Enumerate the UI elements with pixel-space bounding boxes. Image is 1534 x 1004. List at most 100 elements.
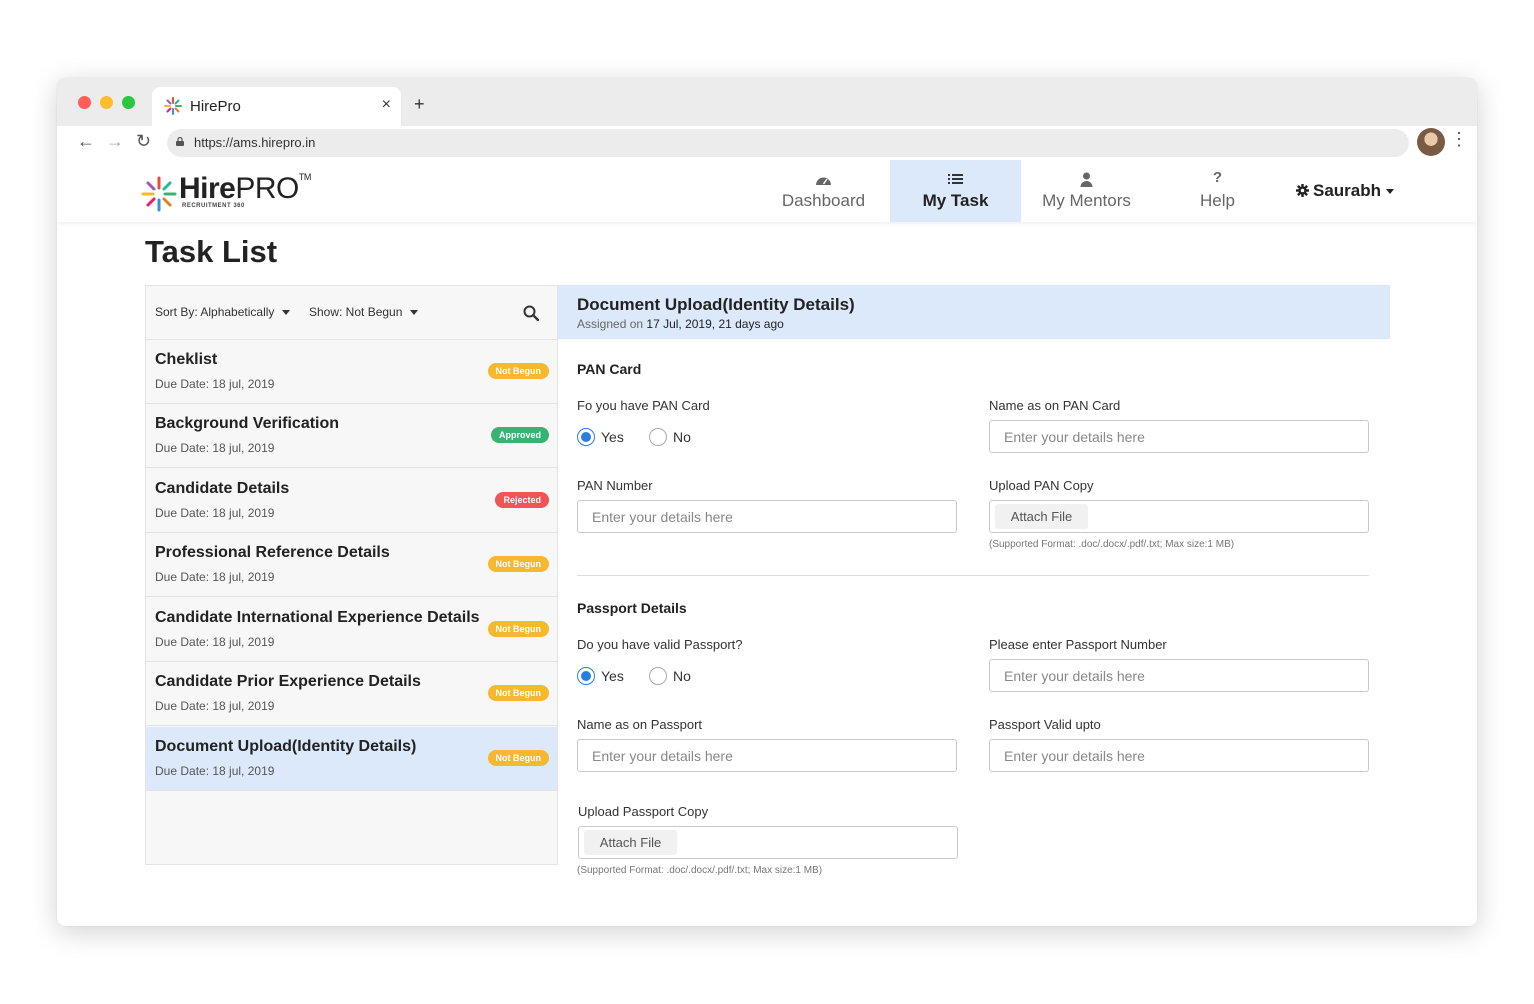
show-dropdown[interactable]: Show: Not Begun xyxy=(309,305,419,319)
task-item[interactable]: Background Verification Due Date: 18 jul… xyxy=(146,404,557,468)
close-window-dot[interactable] xyxy=(78,96,91,109)
url-text: https://ams.hirepro.in xyxy=(194,135,316,150)
logo-tagline: RECRUITMENT 360 xyxy=(182,203,245,209)
profile-avatar[interactable] xyxy=(1417,128,1445,156)
passport-attach-button[interactable]: Attach File xyxy=(584,830,677,855)
pan-name-input[interactable] xyxy=(989,420,1369,453)
status-badge: Rejected xyxy=(495,492,549,508)
task-name: Candidate Prior Experience Details xyxy=(155,673,421,690)
nav-label: Help xyxy=(1200,191,1235,210)
task-due-date: Due Date: 18 jul, 2019 xyxy=(155,377,275,391)
task-item[interactable]: Cheklist Due Date: 18 jul, 2019 Not Begu… xyxy=(146,340,557,404)
nav-label: My Mentors xyxy=(1042,191,1131,210)
user-menu[interactable]: Saurabh xyxy=(1296,181,1395,201)
user-name: Saurabh xyxy=(1313,181,1382,200)
pan-upload-label: Upload PAN Copy xyxy=(989,478,1094,493)
radio-label: No xyxy=(673,429,691,445)
passport-number-input[interactable] xyxy=(989,659,1369,692)
chevron-down-icon xyxy=(282,310,291,316)
gear-icon xyxy=(1296,184,1309,197)
detail-header: Document Upload(Identity Details) Assign… xyxy=(558,285,1390,339)
passport-format-hint: (Supported Format: .doc/.docx/.pdf/.txt;… xyxy=(577,865,823,876)
filter-bar: Sort By: Alphabetically Show: Not Begun xyxy=(146,286,557,340)
pan-no-radio[interactable] xyxy=(649,428,667,446)
passport-yes-radio[interactable] xyxy=(577,667,595,685)
search-icon[interactable] xyxy=(523,305,539,321)
task-name: Candidate Details xyxy=(155,480,290,497)
list-icon xyxy=(948,174,963,184)
nav-my-mentors[interactable]: My Mentors xyxy=(1021,160,1152,222)
chevron-down-icon xyxy=(410,310,419,316)
task-name: Document Upload(Identity Details) xyxy=(155,738,417,755)
section-divider xyxy=(577,575,1369,576)
radio-label: No xyxy=(673,668,691,684)
browser-tab[interactable]: HirePro × xyxy=(152,87,401,126)
nav-help[interactable]: ? Help xyxy=(1152,160,1283,222)
task-name: Cheklist xyxy=(155,351,218,368)
tab-title: HirePro xyxy=(190,98,241,115)
passport-name-input[interactable] xyxy=(577,739,957,772)
task-item[interactable]: Professional Reference Details Due Date:… xyxy=(146,533,557,597)
passport-section-title: Passport Details xyxy=(577,600,687,616)
browser-window: HirePro × + ← → ↻ https://ams.hirepro.in… xyxy=(57,78,1477,926)
passport-valid-input[interactable] xyxy=(989,739,1369,772)
task-name: Background Verification xyxy=(155,415,340,432)
address-bar[interactable]: https://ams.hirepro.in xyxy=(167,129,1409,157)
pan-number-label: PAN Number xyxy=(577,478,653,493)
minimize-window-dot[interactable] xyxy=(100,96,113,109)
task-name: Professional Reference Details xyxy=(155,544,390,561)
sort-dropdown[interactable]: Sort By: Alphabetically xyxy=(155,305,291,319)
task-due-date: Due Date: 18 jul, 2019 xyxy=(155,635,275,649)
lock-icon xyxy=(176,137,184,146)
question-icon: ? xyxy=(1212,169,1223,186)
nav-dashboard[interactable]: Dashboard xyxy=(758,160,889,222)
status-badge: Approved xyxy=(490,427,549,443)
task-name: Candidate International Experience Detai… xyxy=(155,609,480,626)
task-due-date: Due Date: 18 jul, 2019 xyxy=(155,764,275,778)
person-icon xyxy=(1080,172,1093,187)
tab-close-icon[interactable]: × xyxy=(382,96,391,114)
pan-attach-button[interactable]: Attach File xyxy=(995,504,1088,529)
browser-toolbar: ← → ↻ https://ams.hirepro.in ⋮ xyxy=(57,126,1477,160)
app-header: HirePROTM RECRUITMENT 360 Dashboard My T… xyxy=(57,160,1477,222)
reload-icon[interactable]: ↻ xyxy=(136,131,151,152)
nav-label: My Task xyxy=(922,191,989,210)
passport-have-label: Do you have valid Passport? xyxy=(577,637,743,652)
task-item-active[interactable]: Document Upload(Identity Details) Due Da… xyxy=(146,727,557,791)
forward-arrow-icon[interactable]: → xyxy=(106,131,124,152)
back-arrow-icon[interactable]: ← xyxy=(77,131,95,152)
new-tab-icon[interactable]: + xyxy=(414,94,425,115)
maximize-window-dot[interactable] xyxy=(122,96,135,109)
pan-format-hint: (Supported Format: .doc/.docx/.pdf/.txt;… xyxy=(989,539,1235,550)
passport-number-label: Please enter Passport Number xyxy=(989,637,1167,652)
assigned-date: 17 Jul, 2019, 21 days ago xyxy=(646,317,784,331)
passport-upload-label: Upload Passport Copy xyxy=(578,804,709,819)
passport-valid-label: Passport Valid upto xyxy=(989,717,1101,732)
chevron-down-icon xyxy=(1386,189,1395,195)
nav-label: Dashboard xyxy=(781,191,866,210)
task-item[interactable]: Candidate Details Due Date: 18 jul, 2019… xyxy=(146,469,557,533)
browser-menu-icon[interactable]: ⋮ xyxy=(1450,130,1468,148)
task-due-date: Due Date: 18 jul, 2019 xyxy=(155,570,275,584)
passport-file-field: Attach File xyxy=(578,826,958,859)
radio-label: Yes xyxy=(601,668,624,684)
status-badge: Not Begun xyxy=(487,363,549,379)
browser-tab-strip: HirePro × + ← → ↻ https://ams.hirepro.in… xyxy=(57,78,1477,160)
task-due-date: Due Date: 18 jul, 2019 xyxy=(155,699,275,713)
task-list-panel: Sort By: Alphabetically Show: Not Begun … xyxy=(145,285,558,865)
hirepro-logo[interactable]: HirePROTM RECRUITMENT 360 xyxy=(141,172,311,212)
passport-no-radio[interactable] xyxy=(649,667,667,685)
favicon-icon xyxy=(164,97,182,115)
pan-yes-radio[interactable] xyxy=(577,428,595,446)
status-badge: Not Begun xyxy=(487,621,549,637)
radio-label: Yes xyxy=(601,429,624,445)
logo-wordmark: HirePROTM xyxy=(179,172,311,205)
pan-radio-group: Yes No xyxy=(577,428,777,448)
pan-name-label: Name as on PAN Card xyxy=(989,398,1121,413)
task-item[interactable]: Candidate International Experience Detai… xyxy=(146,598,557,662)
task-item[interactable]: Candidate Prior Experience Details Due D… xyxy=(146,662,557,726)
pan-number-input[interactable] xyxy=(577,500,957,533)
nav-my-task[interactable]: My Task xyxy=(890,160,1021,222)
task-due-date: Due Date: 18 jul, 2019 xyxy=(155,441,275,455)
status-badge: Not Begun xyxy=(487,556,549,572)
